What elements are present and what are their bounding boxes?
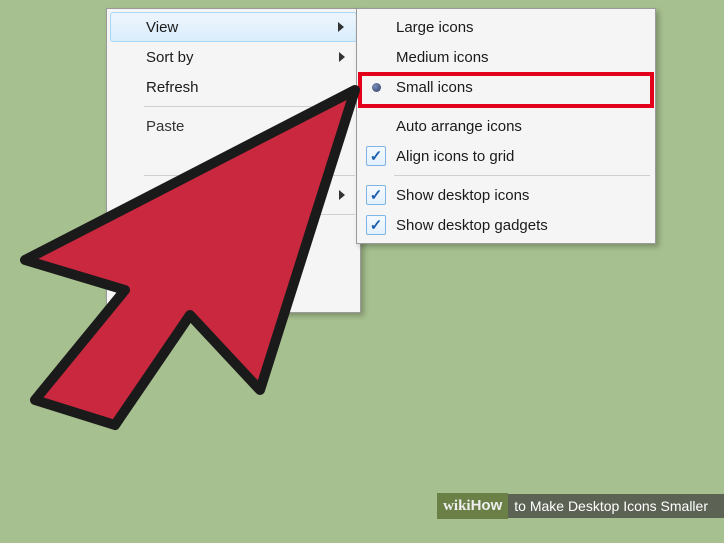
menu-label: Refresh	[146, 79, 199, 96]
menu-label-prefix: P	[146, 286, 156, 303]
submenu-item-align-grid[interactable]: ✓ Align icons to grid	[360, 141, 652, 171]
menu-item-paste[interactable]: Paste	[110, 111, 357, 141]
submenu-item-large-icons[interactable]: Large icons	[360, 12, 652, 42]
submenu-item-auto-arrange[interactable]: Auto arrange icons	[360, 111, 652, 141]
menu-label: View	[146, 19, 178, 36]
submenu-arrow-icon	[339, 190, 345, 200]
menu-label: Large icons	[396, 19, 474, 36]
menu-separator	[394, 175, 650, 176]
menu-label: Medium icons	[396, 49, 489, 66]
menu-item-refresh[interactable]: Refresh	[110, 72, 357, 102]
menu-separator	[144, 106, 355, 107]
menu-item-obscured[interactable]	[110, 141, 357, 171]
caption-bar: wikiHow to Make Desktop Icons Smaller	[437, 491, 724, 521]
menu-separator	[144, 175, 355, 176]
submenu-arrow-icon	[338, 22, 344, 32]
menu-separator	[144, 214, 355, 215]
menu-label: Small icons	[396, 79, 473, 96]
submenu-item-show-desktop-icons[interactable]: ✓ Show desktop icons	[360, 180, 652, 210]
menu-item-sort-by[interactable]: Sort by	[110, 42, 357, 72]
menu-label: Align icons to grid	[396, 148, 514, 165]
menu-item-personalize[interactable]: Pxxxxxxize	[110, 279, 357, 309]
menu-label	[146, 187, 150, 204]
menu-label: Show desktop gadgets	[396, 217, 548, 234]
menu-item-screen-resolution[interactable]: xxxxxxxxxtion	[110, 219, 357, 249]
personalize-icon	[116, 284, 136, 304]
radio-selected-icon	[366, 77, 386, 97]
menu-item-view[interactable]: View	[110, 12, 357, 42]
submenu-item-show-gadgets[interactable]: ✓ Show desktop gadgets	[360, 210, 652, 240]
menu-label: Show desktop icons	[396, 187, 529, 204]
checkbox-checked-icon: ✓	[366, 215, 386, 235]
checkbox-checked-icon: ✓	[366, 185, 386, 205]
submenu-arrow-icon	[339, 52, 345, 62]
caption-text: to Make Desktop Icons Smaller	[508, 494, 724, 518]
menu-label	[146, 148, 150, 165]
view-submenu: Large icons Medium icons Small icons Aut…	[356, 8, 656, 244]
checkbox-checked-icon: ✓	[366, 146, 386, 166]
menu-label	[146, 256, 150, 273]
submenu-item-medium-icons[interactable]: Medium icons	[360, 42, 652, 72]
menu-label: Paste	[146, 118, 184, 135]
menu-label: Auto arrange icons	[396, 118, 522, 135]
menu-label: Sort by	[146, 49, 194, 66]
desktop-context-menu: View Sort by Refresh Paste xxxxxxxxxtion…	[106, 8, 361, 313]
submenu-item-small-icons[interactable]: Small icons	[360, 72, 652, 102]
menu-item-obscured3[interactable]	[110, 249, 357, 279]
menu-item-obscured2[interactable]	[110, 180, 357, 210]
menu-label-suffix: ize	[201, 286, 220, 303]
wikihow-logo: wikiHow	[437, 493, 508, 519]
menu-separator	[394, 106, 650, 107]
menu-label-suffix: tion	[214, 226, 238, 243]
